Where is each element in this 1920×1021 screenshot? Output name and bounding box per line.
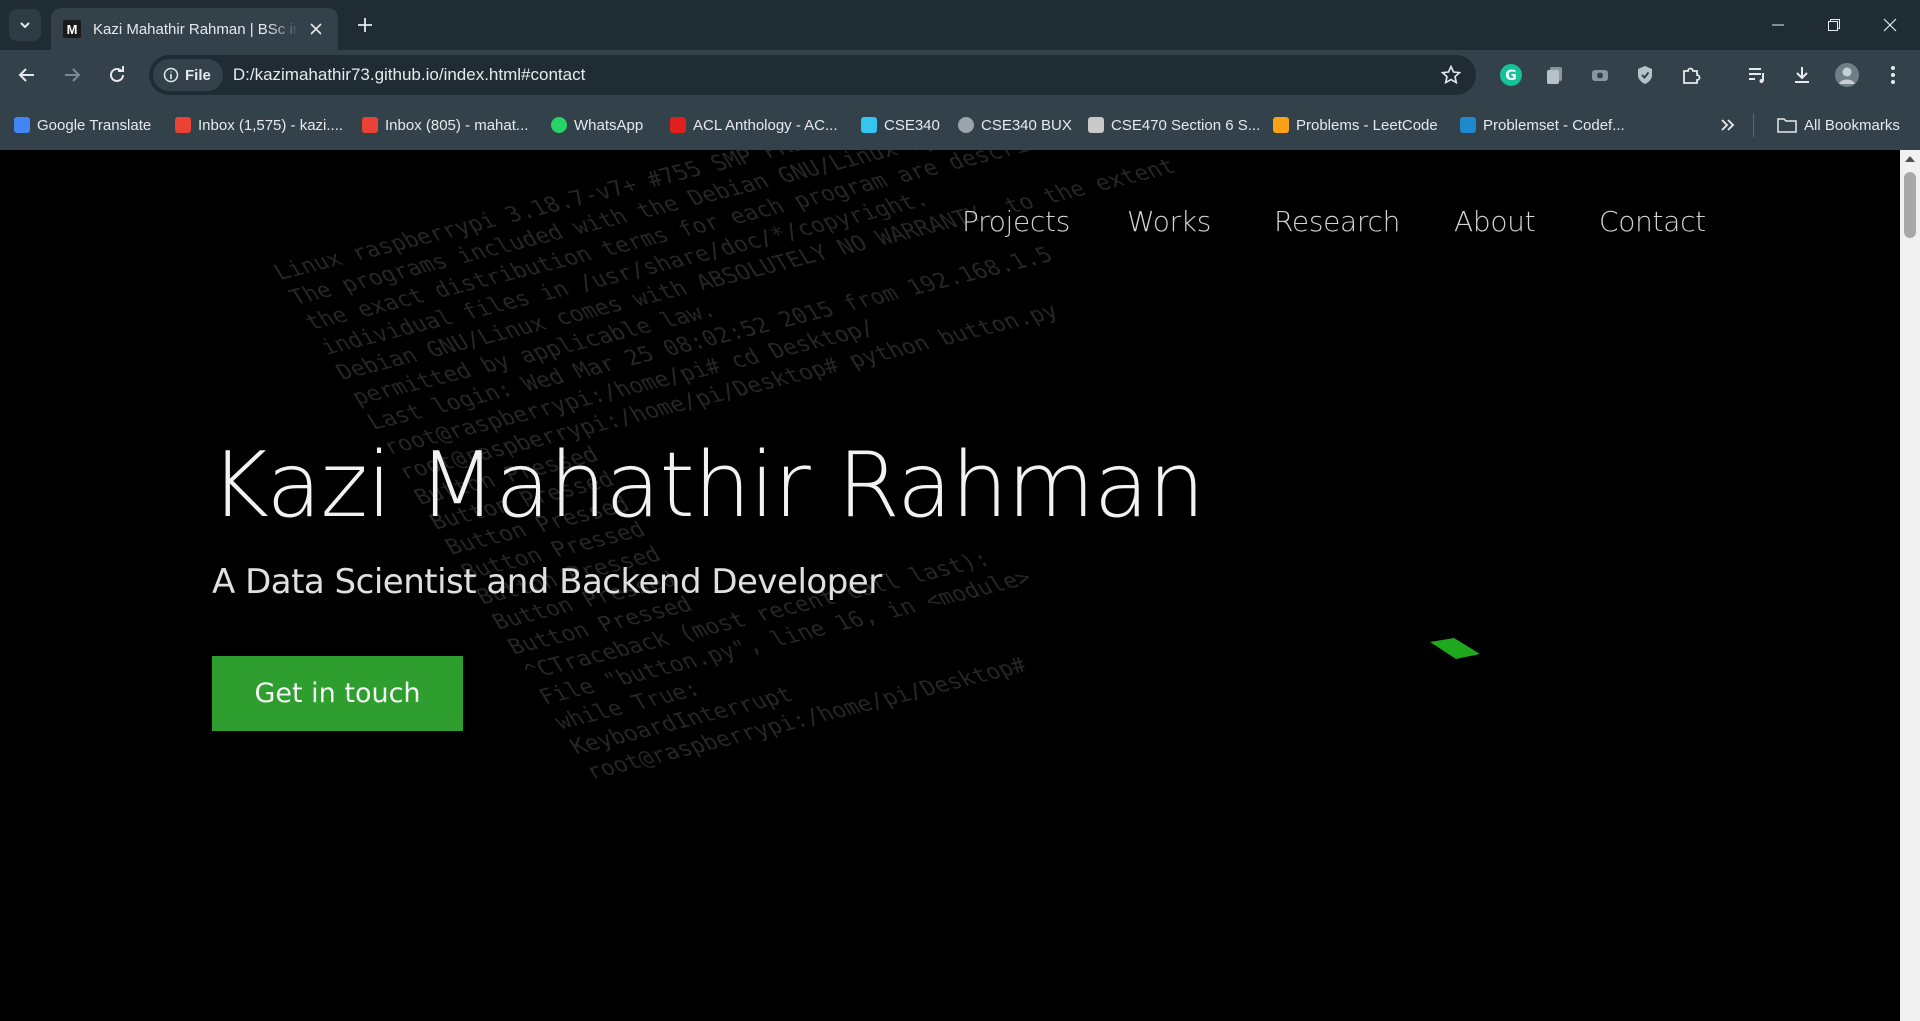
nav-works[interactable]: Works xyxy=(1127,205,1211,238)
bookmark-label: Inbox (1,575) - kazi.... xyxy=(198,116,344,134)
grammarly-extension-button[interactable]: G xyxy=(1497,61,1525,89)
google-translate-icon xyxy=(14,117,30,133)
browser-menu-button[interactable] xyxy=(1879,61,1907,89)
bookmark-cse470[interactable]: CSE470 Section 6 S... xyxy=(1088,113,1260,137)
downloads-button[interactable] xyxy=(1788,61,1816,89)
bookmark-acl-anthology[interactable]: ACL Anthology - AC... xyxy=(670,113,838,137)
web-page: Linux raspberrypi 3.18.7-v7+ #755 SMP PR… xyxy=(0,150,1900,1021)
bookmark-label: Problems - LeetCode xyxy=(1296,116,1438,134)
copy-icon xyxy=(1547,67,1562,84)
codeforces-icon xyxy=(1460,117,1476,133)
profile-avatar-button[interactable] xyxy=(1833,61,1861,89)
site-info-chip[interactable]: File xyxy=(153,59,223,91)
close-icon xyxy=(310,23,322,35)
whatsapp-icon xyxy=(551,117,567,133)
url-text[interactable]: D:/kazimahathir73.github.io/index.html#c… xyxy=(233,65,585,85)
camera-extension-button[interactable] xyxy=(1586,61,1614,89)
back-button[interactable] xyxy=(11,59,43,91)
reload-button[interactable] xyxy=(101,59,133,91)
acl-icon xyxy=(670,117,686,133)
star-icon xyxy=(1441,65,1461,85)
plus-icon xyxy=(358,18,372,32)
bookmark-codeforces[interactable]: Problemset - Codef... xyxy=(1460,113,1625,137)
media-controls-button[interactable] xyxy=(1743,61,1771,89)
bookmark-label: Problemset - Codef... xyxy=(1483,116,1625,134)
nav-about[interactable]: About xyxy=(1454,205,1536,238)
gmail-favicon-icon: M xyxy=(63,20,81,38)
browser-toolbar: File D:/kazimahathir73.github.io/index.h… xyxy=(0,50,1920,100)
bookmark-gmail-1[interactable]: Inbox (1,575) - kazi.... xyxy=(175,113,343,137)
bookmark-label: CSE340 xyxy=(884,116,940,134)
minimize-icon xyxy=(1772,24,1784,26)
site-info-label: File xyxy=(185,66,211,84)
puzzle-icon xyxy=(1683,67,1701,84)
arrow-left-icon xyxy=(18,68,34,82)
tab-search-button[interactable] xyxy=(9,9,41,41)
bookmark-cse340-bux[interactable]: CSE340 BUX xyxy=(958,113,1072,137)
classroom-icon xyxy=(1088,117,1104,133)
camera-icon xyxy=(1592,70,1608,81)
arrow-right-icon xyxy=(65,68,81,82)
scroll-up-arrow-icon[interactable] xyxy=(1905,156,1915,162)
bookmark-label: WhatsApp xyxy=(574,116,644,134)
forward-button[interactable] xyxy=(56,59,88,91)
bookmark-label: ACL Anthology - AC... xyxy=(693,116,838,134)
bookmarks-bar: Google Translate Inbox (1,575) - kazi...… xyxy=(0,100,1920,150)
bookmark-google-translate[interactable]: Google Translate xyxy=(14,113,151,137)
more-vert-icon xyxy=(1891,66,1895,84)
slack-icon xyxy=(861,117,877,133)
hero-name: Kazi Mahathir Rahman xyxy=(210,433,1205,538)
bookmark-label: CSE470 Section 6 S... xyxy=(1111,116,1261,134)
hero-subtitle: A Data Scientist and Backend Developer xyxy=(212,562,882,602)
bookmark-whatsapp[interactable]: WhatsApp xyxy=(551,113,643,137)
shield-icon xyxy=(1638,66,1652,84)
nav-projects[interactable]: Projects xyxy=(962,205,1070,238)
svg-text:G: G xyxy=(1505,68,1517,84)
double-chevron-right-icon xyxy=(1721,119,1735,131)
restore-button[interactable] xyxy=(1806,0,1862,50)
bookmark-label: CSE340 BUX xyxy=(981,116,1072,134)
extensions-button[interactable] xyxy=(1677,61,1705,89)
bux-icon xyxy=(958,117,974,133)
tab-title: Kazi Mahathir Rahman | BSc in Computer S… xyxy=(93,20,299,38)
shield-extension-button[interactable] xyxy=(1631,61,1659,89)
gmail-icon xyxy=(175,117,191,133)
scrollbar-thumb[interactable] xyxy=(1904,172,1916,238)
all-bookmarks-button[interactable]: All Bookmarks xyxy=(1777,113,1900,137)
bookmarks-overflow-button[interactable] xyxy=(1719,113,1735,137)
tab-strip: M Kazi Mahathir Rahman | BSc in Computer… xyxy=(0,0,1920,50)
reload-icon xyxy=(110,66,124,82)
bookmarks-divider xyxy=(1753,113,1754,137)
playlist-icon xyxy=(1749,68,1764,83)
grammarly-icon: G xyxy=(1500,64,1522,86)
bookmark-label: Google Translate xyxy=(37,116,152,134)
folder-icon xyxy=(1777,118,1797,133)
close-icon xyxy=(1883,18,1897,32)
chevron-down-icon xyxy=(20,22,30,29)
copy-extension-button[interactable] xyxy=(1541,61,1569,89)
bookmark-gmail-2[interactable]: Inbox (805) - mahat... xyxy=(362,113,528,137)
minimize-button[interactable] xyxy=(1750,0,1806,50)
bookmark-leetcode[interactable]: Problems - LeetCode xyxy=(1273,113,1438,137)
page-scrollbar[interactable] xyxy=(1900,150,1920,1021)
get-in-touch-button[interactable]: Get in touch xyxy=(212,656,463,731)
nav-contact[interactable]: Contact xyxy=(1599,205,1706,238)
nav-research[interactable]: Research xyxy=(1274,205,1400,238)
bookmark-cse340[interactable]: CSE340 xyxy=(861,113,940,137)
close-tab-button[interactable] xyxy=(306,19,326,39)
restore-icon xyxy=(1828,19,1840,31)
bookmark-star-button[interactable] xyxy=(1440,64,1462,86)
new-tab-button[interactable] xyxy=(352,12,378,38)
avatar-icon xyxy=(1835,63,1859,87)
active-tab[interactable]: M Kazi Mahathir Rahman | BSc in Computer… xyxy=(51,8,338,50)
bookmark-label: Inbox (805) - mahat... xyxy=(385,116,529,134)
gmail-icon xyxy=(362,117,378,133)
download-icon xyxy=(1795,67,1809,83)
address-bar[interactable]: File D:/kazimahathir73.github.io/index.h… xyxy=(149,55,1476,95)
info-icon xyxy=(163,67,179,83)
all-bookmarks-label: All Bookmarks xyxy=(1804,116,1900,134)
leetcode-icon xyxy=(1273,117,1289,133)
close-window-button[interactable] xyxy=(1862,0,1918,50)
